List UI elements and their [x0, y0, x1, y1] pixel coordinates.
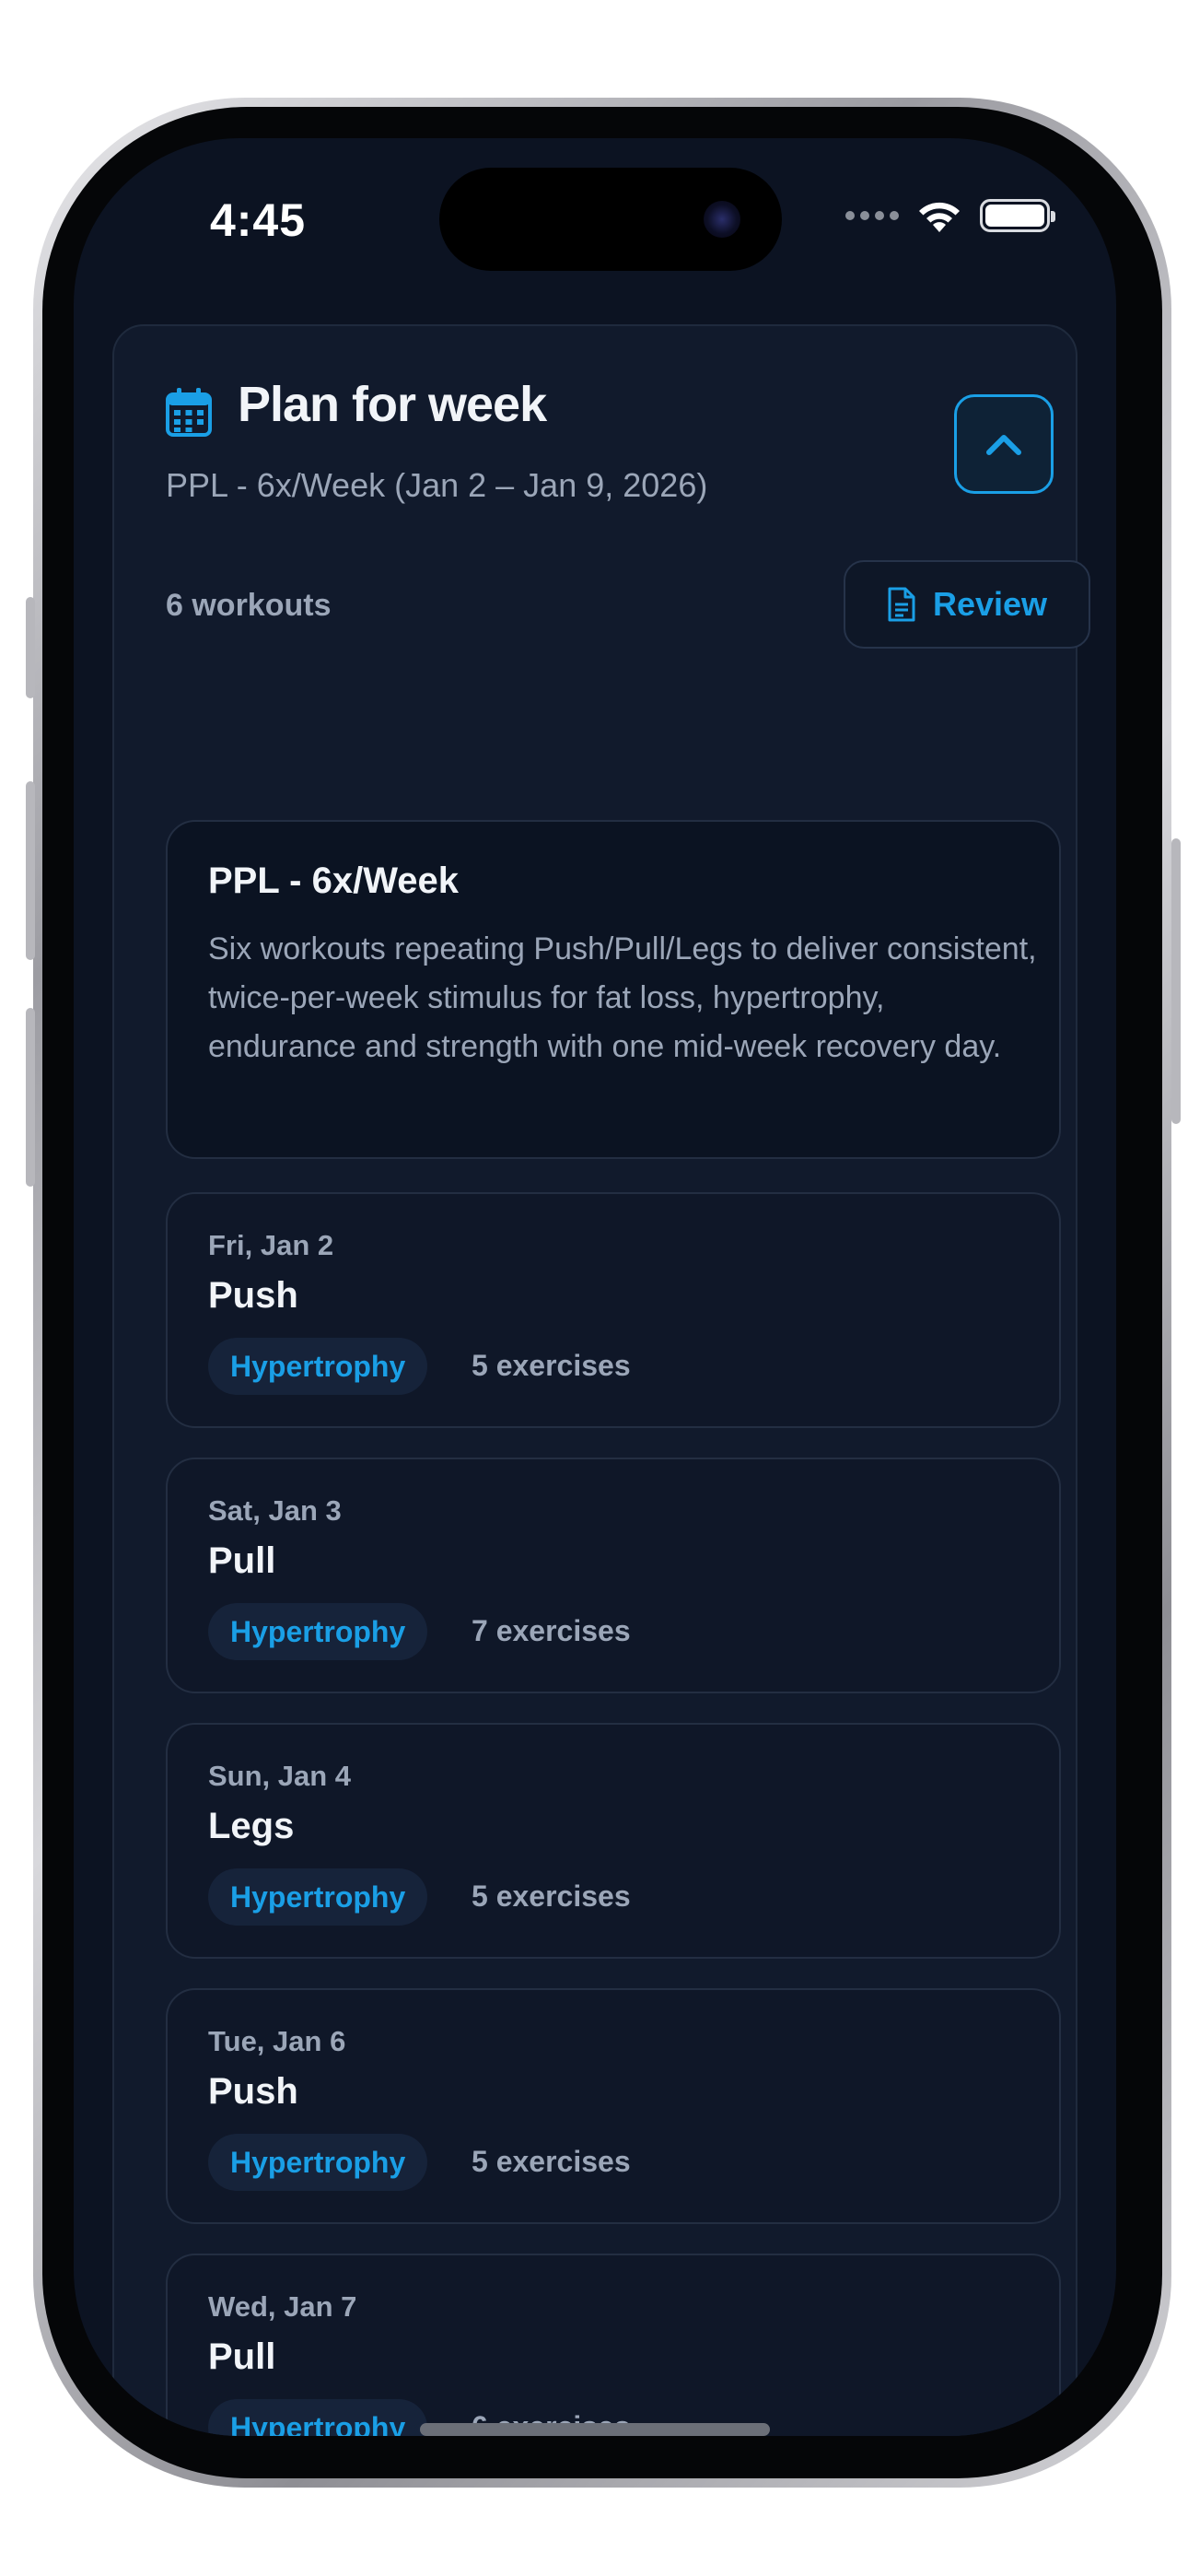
workout-day-card[interactable]: Sun, Jan 4 Legs Hypertrophy 5 exercises [166, 1723, 1061, 1959]
exercise-count: 7 exercises [472, 1614, 631, 1647]
status-time: 4:45 [209, 194, 307, 246]
home-indicator[interactable] [420, 2423, 770, 2436]
training-focus-badge: Hypertrophy [208, 2399, 428, 2436]
volume-up-button [26, 781, 35, 960]
day-workout-name: Push [208, 2071, 298, 2112]
review-label: Review [932, 585, 1048, 623]
exercise-count: 5 exercises [472, 2145, 631, 2178]
day-workout-name: Pull [208, 1540, 276, 1581]
day-date: Fri, Jan 2 [208, 1229, 334, 1261]
chevron-up-icon [986, 435, 1021, 455]
day-workout-name: Legs [208, 1806, 295, 1846]
training-focus-badge: Hypertrophy [208, 2134, 428, 2191]
action-button [26, 597, 35, 698]
workout-day-card[interactable]: Fri, Jan 2 Push Hypertrophy 5 exercises [166, 1192, 1061, 1428]
day-workout-name: Push [208, 1275, 298, 1316]
day-date: Wed, Jan 7 [208, 2290, 357, 2323]
signal-icon [845, 211, 899, 220]
battery-icon [980, 199, 1055, 232]
plan-subtitle: PPL - 6x/Week (Jan 2 – Jan 9, 2026) [166, 466, 708, 504]
plan-summary-card: PPL - 6x/Week Six workouts repeating Pus… [166, 820, 1061, 1159]
power-button [1171, 838, 1181, 1124]
training-focus-badge: Hypertrophy [208, 1868, 428, 1926]
exercise-count: 5 exercises [472, 1879, 631, 1913]
status-icons [845, 195, 1055, 236]
workout-day-card[interactable]: Tue, Jan 6 Push Hypertrophy 5 exercises [166, 1988, 1061, 2224]
volume-down-button [26, 1008, 35, 1187]
wifi-icon [919, 202, 960, 232]
day-date: Sat, Jan 3 [208, 1494, 342, 1527]
calendar-icon [166, 388, 212, 437]
workout-day-card[interactable]: Sat, Jan 3 Pull Hypertrophy 7 exercises [166, 1458, 1061, 1693]
weekly-plan-panel: Plan for week PPL - 6x/Week (Jan 2 – Jan… [112, 324, 1090, 2436]
camera-lens [704, 201, 740, 238]
training-focus-badge: Hypertrophy [208, 1338, 428, 1395]
workout-count: 6 workouts [166, 588, 332, 623]
dynamic-island [439, 168, 782, 271]
document-icon [888, 587, 915, 622]
day-workout-name: Pull [208, 2336, 276, 2377]
summary-title: PPL - 6x/Week [208, 861, 459, 901]
day-date: Sun, Jan 4 [208, 1760, 352, 1792]
summary-description: Six workouts repeating Push/Pull/Legs to… [208, 931, 1037, 1064]
workout-day-card[interactable]: Wed, Jan 7 Pull Hypertrophy 6 exercises [166, 2254, 1061, 2436]
training-focus-badge: Hypertrophy [208, 1603, 428, 1660]
screen: 4:45 Plan for week PPL - 6x/Week (Jan 2 … [74, 138, 1116, 2436]
day-date: Tue, Jan 6 [208, 2025, 346, 2057]
collapse-button[interactable] [954, 394, 1054, 494]
page-title: Plan for week [238, 377, 547, 432]
exercise-count: 5 exercises [472, 1349, 631, 1382]
review-button[interactable]: Review [844, 560, 1090, 649]
